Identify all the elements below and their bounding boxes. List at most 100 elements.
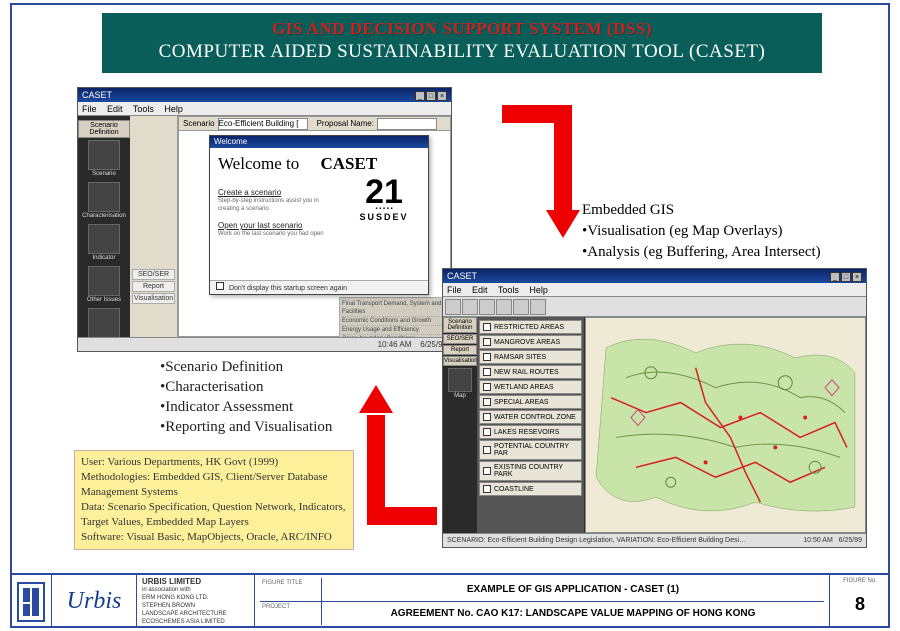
menu-help[interactable]: Help xyxy=(529,285,548,295)
indicator-icon[interactable] xyxy=(88,224,120,254)
side-tab[interactable]: SEO/SER xyxy=(443,334,477,344)
dont-show-checkbox[interactable] xyxy=(216,282,224,290)
layer-checkbox[interactable] xyxy=(483,485,491,493)
nav-report[interactable]: Report xyxy=(132,281,175,292)
nav-seo[interactable]: SEO/SER xyxy=(132,269,175,280)
layer-checkbox[interactable] xyxy=(483,428,491,436)
layer-checkbox[interactable] xyxy=(483,446,491,454)
scenario-input[interactable] xyxy=(218,118,308,130)
sidebar-tab[interactable]: Scenario Definition xyxy=(78,120,130,138)
proposal-input[interactable] xyxy=(377,118,437,130)
side-tab[interactable]: Scenario Definition xyxy=(443,317,477,333)
gis-statusbar: SCENARIO: Eco-Efficient Building Design … xyxy=(443,533,866,547)
logo-21: 21 xyxy=(348,178,420,206)
layer-panel: RESTRICTED AREAS MANGROVE AREAS RAMSAR S… xyxy=(477,317,585,533)
tool-icon[interactable] xyxy=(479,299,495,315)
assoc-label: in association with xyxy=(142,586,249,594)
menu-tools[interactable]: Tools xyxy=(498,285,519,295)
welcome-titlebar: Welcome xyxy=(210,136,428,148)
layer-checkbox[interactable] xyxy=(483,338,491,346)
layer-item[interactable]: COASTLINE xyxy=(479,482,582,496)
dont-show-label: Don't display this startup screen again xyxy=(229,285,347,292)
layer-item[interactable]: POTENTIAL COUNTRY PAR xyxy=(479,440,582,460)
welcome-app: CASET xyxy=(321,154,378,173)
lock-variation-icon[interactable] xyxy=(88,308,120,338)
layer-label: NEW RAIL ROUTES xyxy=(494,369,559,376)
scenario-icon[interactable] xyxy=(88,140,120,170)
layer-item[interactable]: MANGROVE AREAS xyxy=(479,335,582,349)
tool-icon[interactable] xyxy=(496,299,512,315)
sidebar-item-characterisation: Characterisation xyxy=(78,213,130,220)
menu-edit[interactable]: Edit xyxy=(472,285,488,295)
caset-bullets: •Scenario Definition •Characterisation •… xyxy=(160,357,332,437)
layer-item[interactable]: LAKES RESEVOIRS xyxy=(479,425,582,439)
header-line2: COMPUTER AIDED SUSTAINABILITY EVALUATION… xyxy=(112,41,812,63)
side-tab[interactable]: Report xyxy=(443,345,477,355)
map-canvas[interactable] xyxy=(585,317,866,533)
menu-file[interactable]: File xyxy=(447,285,462,295)
project-label: PROJECT xyxy=(260,602,322,625)
layer-checkbox[interactable] xyxy=(483,368,491,376)
layer-item[interactable]: WATER CONTROL ZONE xyxy=(479,410,582,424)
info-data: Data: Scenario Specification, Question N… xyxy=(81,500,347,530)
layer-checkbox[interactable] xyxy=(483,353,491,361)
footer-block: Urbis URBIS LIMITED in association with … xyxy=(10,573,890,628)
layer-item[interactable]: RESTRICTED AREAS xyxy=(479,320,582,334)
other-issues-icon[interactable] xyxy=(88,266,120,296)
welcome-footer: Don't display this startup screen again xyxy=(210,280,428,294)
menu-edit[interactable]: Edit xyxy=(107,104,123,114)
layer-item[interactable]: NEW RAIL ROUTES xyxy=(479,365,582,379)
characterisation-icon[interactable] xyxy=(88,182,120,212)
caset-title: CASET xyxy=(82,88,112,102)
tool-icon[interactable] xyxy=(530,299,546,315)
map-icon[interactable] xyxy=(448,368,472,392)
layer-item[interactable]: EXISTING COUNTRY PARK xyxy=(479,461,582,481)
gis-status-date: 6/25/99 xyxy=(839,537,862,544)
figure-title: EXAMPLE OF GIS APPLICATION - CASET (1) xyxy=(322,578,824,601)
footer-mid: FIGURE TITLE EXAMPLE OF GIS APPLICATION … xyxy=(255,575,830,628)
layer-item[interactable]: SPECIAL AREAS xyxy=(479,395,582,409)
side-tab[interactable]: Visualisation xyxy=(443,356,477,366)
open-last-option[interactable]: Open your last scenario Work on the last… xyxy=(218,221,338,238)
gis-label-block: Embedded GIS •Visualisation (eg Map Over… xyxy=(582,200,821,263)
info-methods: Methodologies: Embedded GIS, Client/Serv… xyxy=(81,470,347,500)
menu-help[interactable]: Help xyxy=(164,104,183,114)
opt1-title: Create a scenario xyxy=(218,188,338,197)
gis-sidebar: Scenario Definition SEO/SER Report Visua… xyxy=(443,317,477,533)
menu-file[interactable]: File xyxy=(82,104,97,114)
bullet: •Scenario Definition xyxy=(160,357,332,377)
tool-icon[interactable] xyxy=(462,299,478,315)
scenario-label: Scenario xyxy=(183,119,215,128)
layer-item[interactable]: WETLAND AREAS xyxy=(479,380,582,394)
scenario-header: Scenario Proposal Name: xyxy=(179,117,450,131)
menu-tools[interactable]: Tools xyxy=(133,104,154,114)
layer-checkbox[interactable] xyxy=(483,383,491,391)
welcome-dialog: Welcome Welcome to CASET Create a scenar… xyxy=(209,135,429,295)
bullet: •Characterisation xyxy=(160,377,332,397)
layer-checkbox[interactable] xyxy=(483,398,491,406)
caset-body: Scenario Proposal Name: Final Transport … xyxy=(178,116,451,337)
window-buttons[interactable]: _□× xyxy=(829,269,862,283)
layer-item[interactable]: RAMSAR SITES xyxy=(479,350,582,364)
layer-checkbox[interactable] xyxy=(483,323,491,331)
header-line1: GIS AND DECISION SUPPORT SYSTEM (DSS) xyxy=(112,19,812,39)
layer-label: MANGROVE AREAS xyxy=(494,339,560,346)
bullet: •Reporting and Visualisation xyxy=(160,417,332,437)
window-buttons[interactable]: _□× xyxy=(414,88,447,102)
caset-menubar[interactable]: File Edit Tools Help xyxy=(78,102,451,116)
welcome-prefix: Welcome to xyxy=(218,154,299,173)
gis-menubar[interactable]: File Edit Tools Help xyxy=(443,283,866,297)
layer-checkbox[interactable] xyxy=(483,467,491,475)
gis-toolbar[interactable] xyxy=(443,297,866,317)
create-scenario-option[interactable]: Create a scenario Step-by-step instructi… xyxy=(218,188,338,213)
opt2-desc: Work on the last scenario you had open xyxy=(218,230,338,238)
caset-sidebar: Scenario Definition Scenario Characteris… xyxy=(78,116,130,337)
susdev-logo: 21 ▪ ▪ ▪ ▪ ▪ SUSDEV xyxy=(348,178,420,222)
gis-bullet: •Analysis (eg Buffering, Area Intersect) xyxy=(582,242,821,263)
tool-icon[interactable] xyxy=(445,299,461,315)
nav-visualisation[interactable]: Visualisation xyxy=(132,293,175,304)
association-cell: URBIS LIMITED in association with ERM HO… xyxy=(137,575,255,628)
layer-checkbox[interactable] xyxy=(483,413,491,421)
bullet: •Indicator Assessment xyxy=(160,397,332,417)
tool-icon[interactable] xyxy=(513,299,529,315)
